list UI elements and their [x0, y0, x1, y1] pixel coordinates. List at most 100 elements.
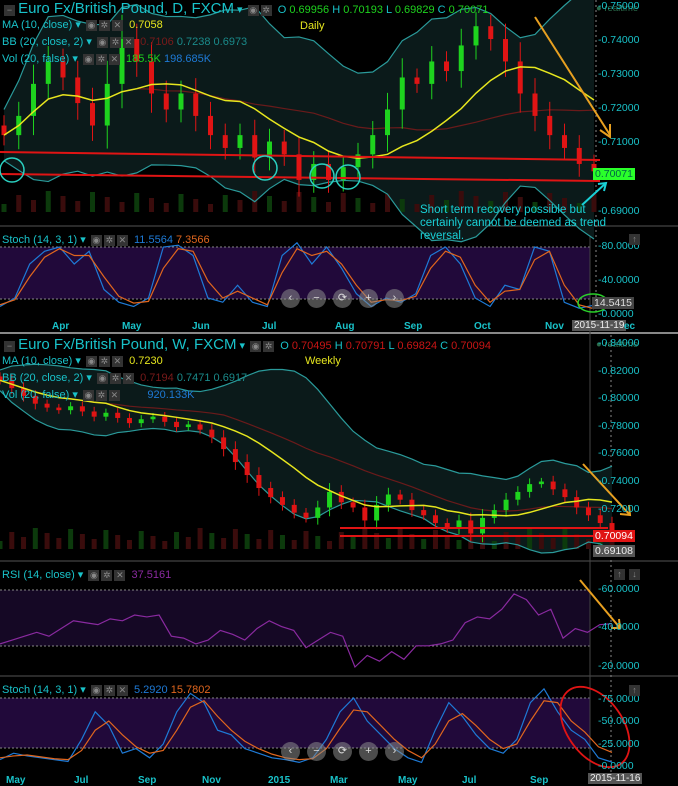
close-icon[interactable]: ✕ [108, 389, 120, 401]
gear-icon[interactable]: ✲ [98, 355, 110, 367]
reset-button[interactable]: ⟳ [333, 742, 352, 761]
gear-icon[interactable]: ✲ [109, 36, 121, 48]
eye-icon[interactable]: ◉ [90, 684, 102, 696]
move-up-icon[interactable]: ↑ [614, 569, 625, 580]
weekly-stoch-tick: -50.0000 [598, 715, 640, 727]
weekly-candle [397, 494, 403, 500]
weekly-candle [574, 497, 580, 508]
gear-icon[interactable]: ✲ [260, 4, 272, 16]
eye-icon[interactable]: ◉ [96, 372, 108, 384]
daily-candle [75, 77, 81, 104]
weekly-volume-bar [174, 532, 180, 549]
stoch-label[interactable]: Stoch (14, 3, 1) [2, 684, 77, 696]
eye-icon[interactable]: ◉ [96, 36, 108, 48]
close-icon[interactable]: ✕ [122, 372, 134, 384]
rsi-tick: -60.0000 [598, 583, 640, 595]
gear-icon[interactable]: ✲ [103, 684, 115, 696]
daily-candle [193, 93, 199, 116]
dropdown-icon[interactable]: ▾ [240, 340, 246, 352]
ma-label[interactable]: MA (10, close) [2, 355, 72, 367]
gear-icon[interactable]: ✲ [98, 19, 110, 31]
eye-icon[interactable]: ◉ [82, 53, 94, 65]
low-value: 0.69824 [397, 340, 438, 352]
vol-label[interactable]: Vol (20, false) [2, 389, 69, 401]
dropdown-icon[interactable]: ▾ [237, 4, 243, 16]
daily-price-tick: -0.71000 [598, 136, 640, 148]
weekly-last-price-tag: 0.70094 [593, 530, 635, 542]
weekly-volume-bar [315, 536, 321, 549]
close-icon[interactable]: ✕ [116, 684, 128, 696]
bb-label[interactable]: BB (20, close, 2) [2, 36, 83, 48]
gear-icon[interactable]: ✲ [101, 569, 113, 581]
vol-label[interactable]: Vol (20, false) [2, 53, 69, 65]
gear-icon[interactable]: ✲ [263, 340, 275, 352]
gear-icon[interactable]: ✲ [95, 53, 107, 65]
daily-volume-bar [281, 201, 287, 212]
weekly-candle [197, 424, 203, 430]
weekly-volume-bar [56, 538, 62, 549]
daily-candle [252, 135, 258, 158]
weekly-volume-bar [0, 541, 3, 549]
daily-x-tick: Oct [474, 321, 491, 332]
bb-lower: 0.6917 [213, 372, 248, 384]
weekly-volume-bar [432, 530, 438, 549]
eye-icon[interactable]: ◉ [85, 355, 97, 367]
ma-label[interactable]: MA (10, close) [2, 19, 72, 31]
weekly-x-tick: Jul [74, 775, 89, 786]
scroll-left-button[interactable]: ‹ [281, 289, 300, 308]
weekly-volume-bar [185, 537, 191, 549]
weekly-volume-bar [268, 530, 274, 549]
daily-x-tick: Jun [192, 321, 210, 332]
zoom-out-button[interactable]: − [307, 742, 326, 761]
eye-icon[interactable]: ◉ [88, 569, 100, 581]
maximize-icon[interactable]: ↑ [629, 234, 640, 245]
gear-icon[interactable]: ✲ [95, 389, 107, 401]
eye-icon[interactable]: ◉ [82, 389, 94, 401]
scroll-right-button[interactable]: › [385, 742, 404, 761]
weekly-price-tick: -0.82000 [598, 365, 640, 377]
daily-symbol-title[interactable]: Euro Fx/British Pound, D, FXCM [18, 0, 234, 17]
weekly-volume-bar [491, 541, 497, 549]
zoom-in-button[interactable]: + [359, 289, 378, 308]
scroll-left-button[interactable]: ‹ [281, 742, 300, 761]
weekly-bb-indicator: BB (20, close, 2) ▾ ◉ ✲ ✕ 0.7194 0.7471 0.… [2, 372, 248, 384]
weekly-volume-bar [397, 529, 403, 549]
daily-candle [562, 135, 567, 148]
vol-value-2: 198.685K [163, 53, 212, 65]
bb-upper: 0.7471 [176, 372, 211, 384]
collapse-icon[interactable]: − [4, 340, 15, 352]
close-icon[interactable]: ✕ [116, 234, 128, 246]
eye-icon[interactable]: ◉ [90, 234, 102, 246]
close-icon[interactable]: ✕ [111, 355, 123, 367]
daily-volume-bar [178, 194, 184, 212]
eye-icon[interactable]: ◉ [250, 340, 262, 352]
zoom-in-button[interactable]: + [359, 742, 378, 761]
collapse-icon[interactable]: − [4, 4, 15, 16]
close-icon[interactable]: ✕ [111, 19, 123, 31]
rsi-label[interactable]: RSI (14, close) [2, 569, 75, 581]
daily-cursor-date: 2015-11-19 [572, 320, 627, 331]
zoom-out-button[interactable]: − [307, 289, 326, 308]
weekly-candle [327, 491, 333, 508]
close-icon[interactable]: ✕ [114, 569, 126, 581]
maximize-icon[interactable]: ↑ [629, 685, 640, 696]
eye-icon[interactable]: ◉ [247, 4, 259, 16]
weekly-symbol-title[interactable]: Euro Fx/British Pound, W, FXCM [18, 336, 236, 353]
daily-candle [90, 103, 95, 126]
weekly-candle [385, 494, 391, 505]
bb-label[interactable]: BB (20, close, 2) [2, 372, 83, 384]
gear-icon[interactable]: ✲ [109, 372, 121, 384]
weekly-volume-bar [21, 537, 27, 549]
close-icon[interactable]: ✕ [108, 53, 120, 65]
scroll-right-button[interactable]: › [385, 289, 404, 308]
weekly-candle [209, 429, 215, 438]
reset-button[interactable]: ⟳ [333, 289, 352, 308]
daily-candle [104, 83, 110, 126]
eye-icon[interactable]: ◉ [85, 19, 97, 31]
stoch-label[interactable]: Stoch (14, 3, 1) [2, 234, 77, 246]
move-down-icon[interactable]: ↓ [629, 569, 640, 580]
high-value: 0.70791 [345, 340, 386, 352]
daily-candle [488, 26, 494, 40]
close-icon[interactable]: ✕ [122, 36, 134, 48]
gear-icon[interactable]: ✲ [103, 234, 115, 246]
